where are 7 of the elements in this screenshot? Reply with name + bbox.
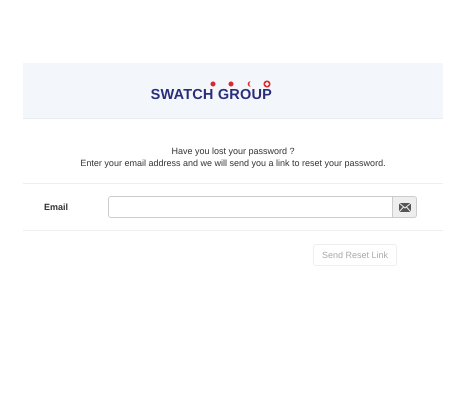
- email-field[interactable]: [108, 196, 393, 218]
- intro-title: Have you lost your password ?: [170, 145, 296, 157]
- email-label: Email: [43, 202, 70, 212]
- envelope-icon: [393, 196, 417, 218]
- logo-text: SWATCH GROUP: [150, 88, 272, 102]
- intro-text: Enter your email address and we will send you a link to reset your password.: [79, 157, 387, 169]
- logo-dots-icon: [209, 80, 271, 88]
